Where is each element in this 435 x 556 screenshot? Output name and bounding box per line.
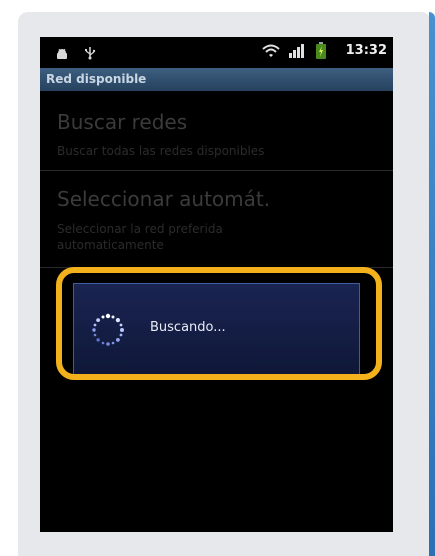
signal-icon xyxy=(288,43,306,62)
usb-icon xyxy=(84,45,96,64)
status-time: 13:32 xyxy=(345,43,387,58)
loading-spinner-icon xyxy=(92,313,124,346)
menu-item-title: Seleccionar automát. xyxy=(57,187,271,211)
progress-dialog: Buscando... xyxy=(73,283,360,375)
status-bar: 13:32 xyxy=(40,37,393,67)
divider xyxy=(40,170,393,171)
divider xyxy=(40,267,393,268)
frame-accent xyxy=(429,12,435,556)
wifi-icon xyxy=(262,43,280,62)
phone-screen: 13:32 Red disponible Buscar redes Buscar… xyxy=(40,37,393,532)
menu-item-title: Buscar redes xyxy=(57,110,188,134)
battery-icon xyxy=(316,42,326,63)
menu-item-subtitle: Buscar todas las redes disponibles xyxy=(57,144,265,158)
android-debug-icon xyxy=(56,45,68,64)
dialog-message: Buscando... xyxy=(150,320,226,335)
title-bar: Red disponible xyxy=(40,68,393,91)
menu-item-subtitle: Seleccionar la red preferida automaticam… xyxy=(57,222,223,252)
